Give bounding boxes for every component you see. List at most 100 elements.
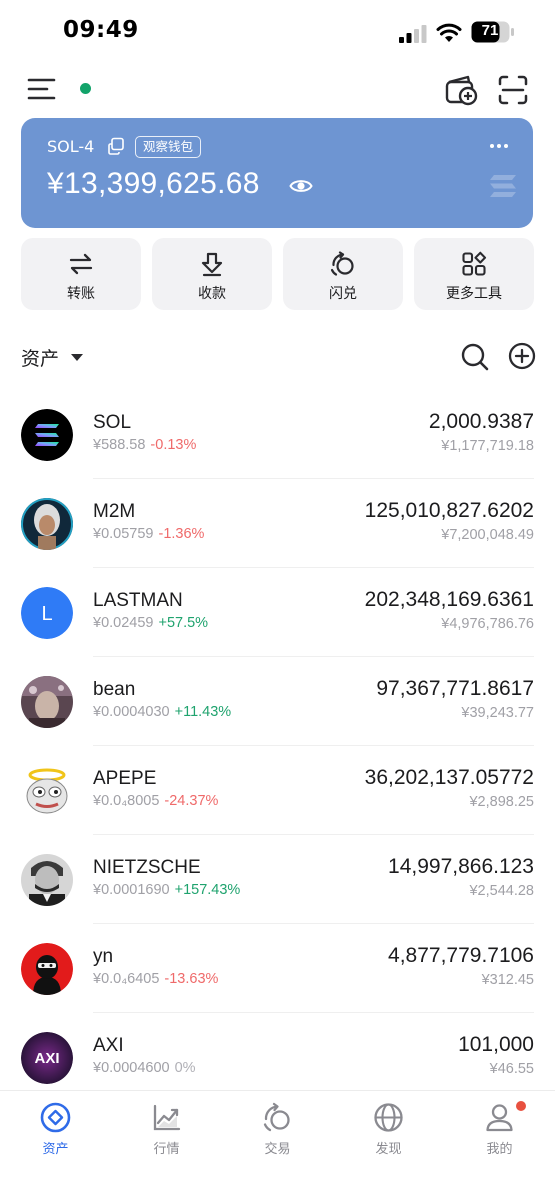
lastman-token-logo: L bbox=[21, 587, 73, 639]
token-change: +157.43% bbox=[174, 882, 241, 898]
swap-icon bbox=[330, 251, 354, 276]
nietzsche-token-logo bbox=[21, 854, 73, 906]
caret-down-icon[interactable] bbox=[70, 353, 84, 362]
token-row-nietzsche[interactable]: NIETZSCHE ¥0.0001690 +157.43% 14,997,866.… bbox=[0, 835, 555, 924]
token-amount: 202,348,169.6361 bbox=[364, 588, 534, 611]
notification-dot bbox=[516, 1101, 526, 1111]
token-row-sol[interactable]: SOL ¥588.58 -0.13% 2,000.9387 ¥1,177,719.… bbox=[0, 390, 555, 479]
token-name: bean bbox=[93, 679, 136, 700]
token-change: 0% bbox=[174, 1060, 196, 1076]
token-row-yn[interactable]: yn ¥0.0₄6405 -13.63% 4,877,779.7106 ¥312.… bbox=[0, 924, 555, 1013]
menu-icon[interactable] bbox=[27, 76, 57, 104]
tab-discover[interactable]: 发现 bbox=[333, 1091, 444, 1171]
token-value: ¥7,200,048.49 bbox=[441, 527, 534, 543]
tab-trade[interactable]: 交易 bbox=[222, 1091, 333, 1171]
token-name: yn bbox=[93, 946, 114, 967]
more-tools-icon bbox=[462, 251, 487, 276]
tab-discover-label: 发现 bbox=[375, 1142, 402, 1157]
battery-indicator: 71 bbox=[471, 21, 515, 43]
tab-assets-label: 资产 bbox=[42, 1142, 69, 1157]
lastman-initial: L bbox=[41, 603, 52, 625]
add-wallet-icon[interactable] bbox=[444, 72, 478, 106]
token-amount: 97,367,771.8617 bbox=[376, 677, 534, 700]
scan-icon[interactable] bbox=[497, 74, 529, 106]
receive-label: 收款 bbox=[198, 286, 226, 302]
tab-market[interactable]: 行情 bbox=[111, 1091, 222, 1171]
search-icon[interactable] bbox=[460, 342, 490, 372]
token-value: ¥1,177,719.18 bbox=[441, 438, 534, 454]
token-name: AXI bbox=[93, 1035, 124, 1056]
transfer-button[interactable]: 转账 bbox=[21, 238, 141, 310]
token-price-line: ¥0.0₄6405 -13.63% bbox=[93, 971, 218, 987]
connection-status-dot bbox=[80, 83, 91, 94]
quick-actions: 转账 收款 闪兑 更多工具 bbox=[21, 238, 534, 310]
token-price-line: ¥0.02459 +57.5% bbox=[93, 615, 208, 631]
user-profile-icon bbox=[486, 1104, 513, 1132]
token-row-apepe[interactable]: APEPE ¥0.0₄8005 -24.37% 36,202,137.05772 … bbox=[0, 746, 555, 835]
globe-icon bbox=[374, 1103, 403, 1132]
more-options-icon[interactable] bbox=[489, 142, 509, 150]
yn-token-logo bbox=[21, 943, 73, 995]
battery-level: 71 bbox=[481, 22, 499, 39]
token-price: ¥0.0004030 bbox=[93, 704, 170, 720]
bean-token-logo bbox=[21, 676, 73, 728]
cellular-signal-icon bbox=[399, 25, 427, 43]
more-tools-button[interactable]: 更多工具 bbox=[414, 238, 534, 310]
receive-button[interactable]: 收款 bbox=[152, 238, 272, 310]
eye-icon[interactable] bbox=[289, 176, 313, 196]
token-amount: 4,877,779.7106 bbox=[388, 944, 534, 967]
token-row-lastman[interactable]: L LASTMAN ¥0.02459 +57.5% 202,348,169.636… bbox=[0, 568, 555, 657]
token-row-bean[interactable]: bean ¥0.0004030 +11.43% 97,367,771.8617 ¥… bbox=[0, 657, 555, 746]
assets-header: 资产 bbox=[0, 338, 555, 378]
token-row-axi[interactable]: AXI AXI ¥0.0004600 0% 101,000 ¥46.55 bbox=[0, 1013, 555, 1090]
tab-profile[interactable]: 我的 bbox=[444, 1091, 555, 1171]
wallet-balance: ¥13,399,625.68 bbox=[47, 167, 260, 200]
wallet-card[interactable]: SOL-4 观察钱包 ¥13,399,625.68 bbox=[21, 118, 533, 228]
token-price: ¥0.05759 bbox=[93, 526, 154, 542]
trade-swap-icon bbox=[263, 1102, 290, 1132]
status-bar: 09:49 71 bbox=[0, 0, 555, 62]
axi-token-logo: AXI bbox=[21, 1032, 73, 1084]
token-name: SOL bbox=[93, 412, 132, 433]
status-time: 09:49 bbox=[63, 17, 139, 43]
assets-title[interactable]: 资产 bbox=[21, 344, 59, 371]
token-price-line: ¥0.0004600 0% bbox=[93, 1060, 196, 1076]
tab-market-label: 行情 bbox=[153, 1142, 180, 1157]
add-token-icon[interactable] bbox=[507, 341, 537, 371]
token-change: -0.13% bbox=[150, 437, 197, 453]
token-value: ¥39,243.77 bbox=[461, 705, 534, 721]
more-tools-label: 更多工具 bbox=[446, 286, 502, 302]
tab-trade-label: 交易 bbox=[264, 1142, 291, 1157]
token-name: APEPE bbox=[93, 768, 157, 789]
token-name: NIETZSCHE bbox=[93, 857, 201, 878]
assets-tab-icon bbox=[40, 1102, 71, 1133]
bottom-tab-bar: 资产 行情 交易 发现 我的 bbox=[0, 1090, 555, 1200]
token-price: ¥0.02459 bbox=[93, 615, 154, 631]
token-name: M2M bbox=[93, 501, 136, 522]
token-change: -1.36% bbox=[158, 526, 205, 542]
token-price-line: ¥0.0001690 +157.43% bbox=[93, 882, 240, 898]
token-name: LASTMAN bbox=[93, 590, 183, 611]
token-change: -13.63% bbox=[164, 971, 219, 987]
swap-button[interactable]: 闪兑 bbox=[283, 238, 403, 310]
copy-icon[interactable] bbox=[107, 137, 125, 155]
token-amount: 36,202,137.05772 bbox=[364, 766, 534, 789]
solana-watermark-icon bbox=[490, 175, 516, 197]
token-row-m2m[interactable]: M2M ¥0.05759 -1.36% 125,010,827.6202 ¥7,2… bbox=[0, 479, 555, 568]
token-price-line: ¥0.0004030 +11.43% bbox=[93, 704, 231, 720]
token-change: +57.5% bbox=[158, 615, 209, 631]
token-price: ¥0.0₄8005 bbox=[93, 793, 160, 809]
token-amount: 101,000 bbox=[458, 1033, 534, 1056]
tab-profile-label: 我的 bbox=[486, 1142, 513, 1157]
token-price-line: ¥588.58 -0.13% bbox=[93, 437, 196, 453]
receive-icon bbox=[201, 252, 223, 277]
token-change: -24.37% bbox=[164, 793, 219, 809]
swap-label: 闪兑 bbox=[329, 286, 357, 302]
axi-logo-text: AXI bbox=[34, 1050, 59, 1067]
token-price-line: ¥0.0₄8005 -24.37% bbox=[93, 793, 218, 809]
token-value: ¥46.55 bbox=[489, 1061, 534, 1077]
tab-assets[interactable]: 资产 bbox=[0, 1091, 111, 1171]
market-chart-icon bbox=[153, 1104, 181, 1131]
token-change: +11.43% bbox=[174, 704, 232, 720]
token-price: ¥588.58 bbox=[93, 437, 146, 453]
